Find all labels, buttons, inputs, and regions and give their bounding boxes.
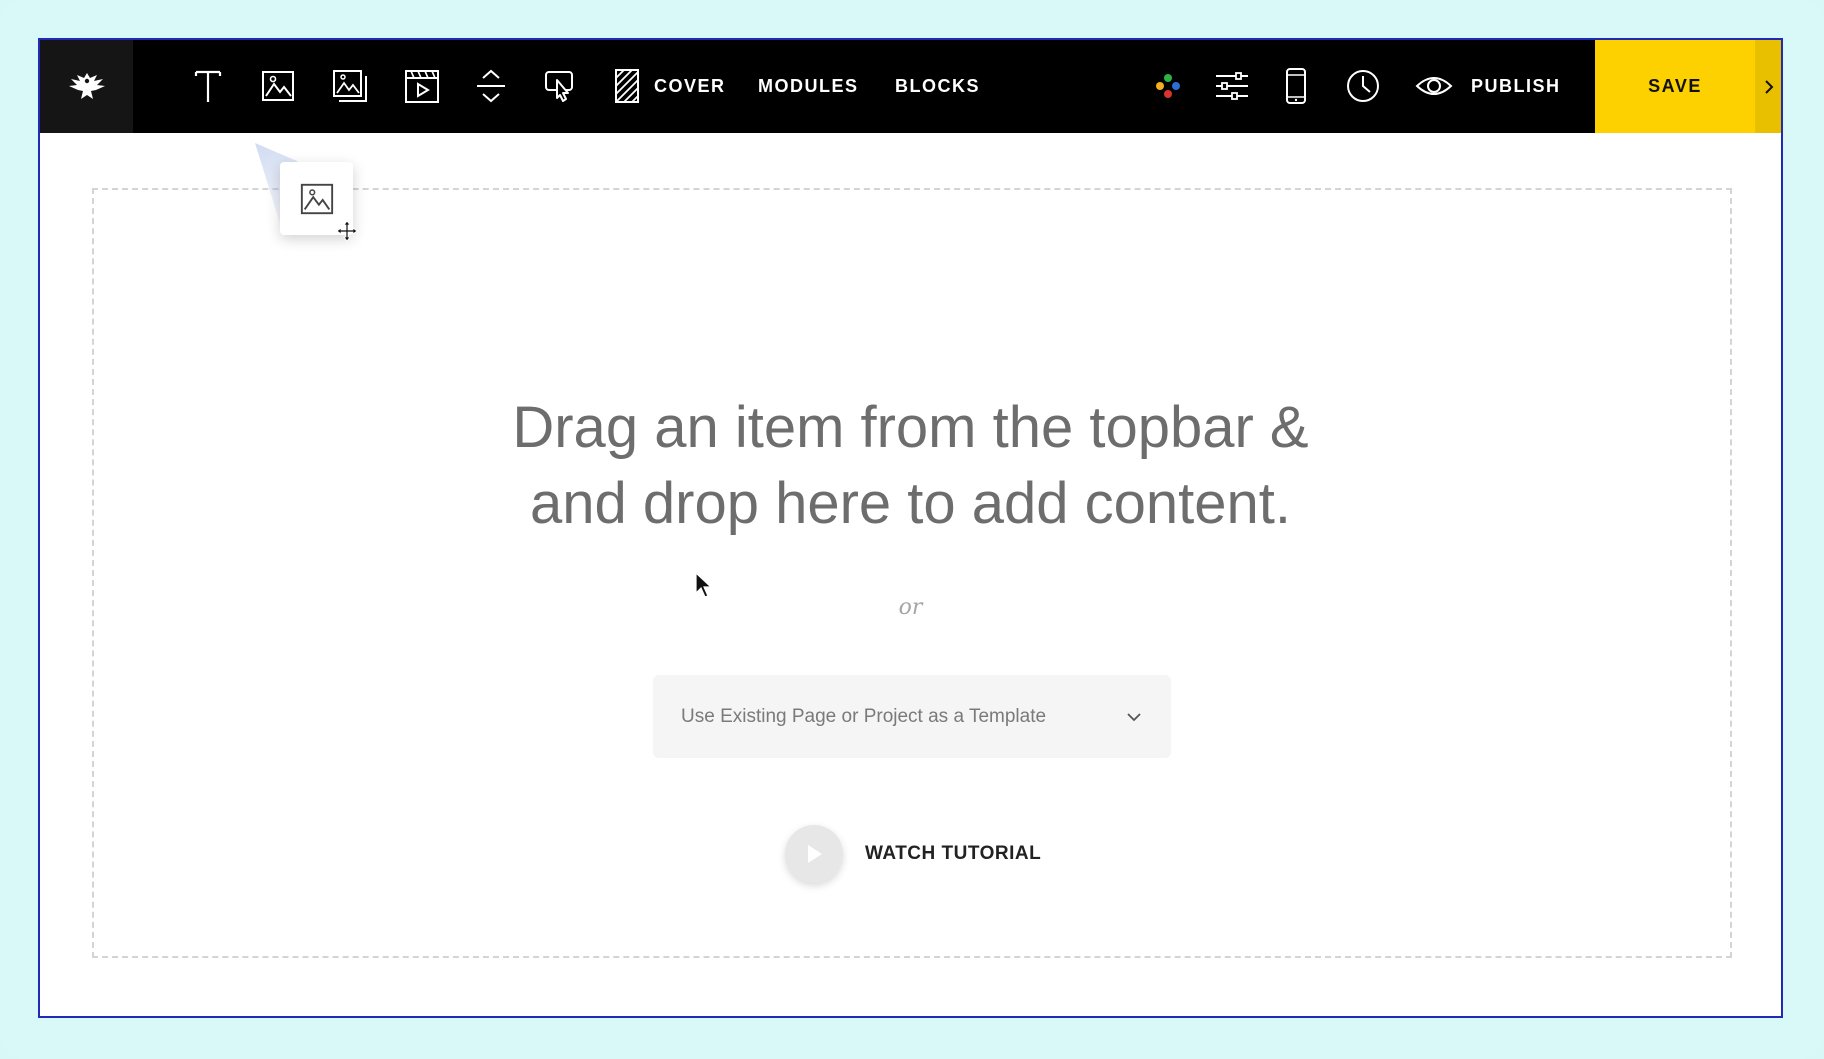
pattern-icon [615, 69, 639, 103]
image-icon [262, 71, 294, 101]
spacer-icon [477, 69, 505, 103]
template-select-value: Use Existing Page or Project as a Templa… [681, 705, 1047, 727]
mobile-preview-button[interactable] [1272, 62, 1320, 110]
logo[interactable] [40, 40, 133, 133]
publish-button[interactable]: PUBLISH [1471, 40, 1561, 133]
preview-button[interactable] [1410, 62, 1458, 110]
text-icon [194, 70, 222, 102]
settings-button[interactable] [1208, 62, 1256, 110]
watch-tutorial-label: WATCH TUTORIAL [865, 843, 1042, 864]
pattern-tool[interactable] [603, 62, 651, 110]
history-clock-icon [1347, 70, 1379, 102]
empty-state-headline: Drag an item from the topbar & and drop … [40, 390, 1781, 542]
image-tool[interactable] [254, 62, 302, 110]
gallery-tool[interactable] [326, 62, 374, 110]
template-select[interactable]: Use Existing Page or Project as a Templa… [653, 675, 1171, 758]
chevron-down-icon [1127, 712, 1141, 721]
move-cursor-icon [336, 220, 358, 242]
nav-modules[interactable]: MODULES [758, 40, 859, 133]
chevron-right-icon [1765, 79, 1774, 94]
history-button[interactable] [1339, 62, 1387, 110]
colors-icon [1156, 74, 1180, 98]
play-button[interactable] [785, 825, 843, 883]
video-tool[interactable] [398, 62, 446, 110]
preview-eye-icon [1415, 77, 1453, 95]
headline-line-2: and drop here to add content. [529, 471, 1292, 536]
image-icon [300, 183, 333, 214]
headline-line-1: Drag an item from the topbar & [512, 395, 1309, 460]
watch-tutorial-button[interactable]: WATCH TUTORIAL [785, 822, 1041, 886]
gallery-icon [333, 70, 367, 102]
video-icon [405, 70, 439, 103]
or-separator: or [898, 595, 923, 620]
settings-sliders-icon [1216, 72, 1248, 100]
button-tool[interactable] [536, 62, 584, 110]
nav-blocks[interactable]: BLOCKS [895, 40, 980, 133]
button-icon [545, 71, 573, 102]
save-button[interactable]: SAVE [1595, 40, 1755, 133]
play-icon [808, 845, 822, 863]
editor-window: COVER MODULES BLOCKS PUBLISH SAVE Drag a… [38, 38, 1783, 1018]
spacer-tool[interactable] [467, 62, 515, 110]
eagle-logo-icon [68, 72, 105, 99]
topbar: COVER MODULES BLOCKS PUBLISH SAVE [40, 40, 1781, 133]
nav-cover[interactable]: COVER [654, 40, 726, 133]
colors-button[interactable] [1144, 62, 1192, 110]
save-options-toggle[interactable] [1755, 40, 1781, 133]
mobile-icon [1286, 68, 1306, 104]
text-tool[interactable] [184, 62, 232, 110]
